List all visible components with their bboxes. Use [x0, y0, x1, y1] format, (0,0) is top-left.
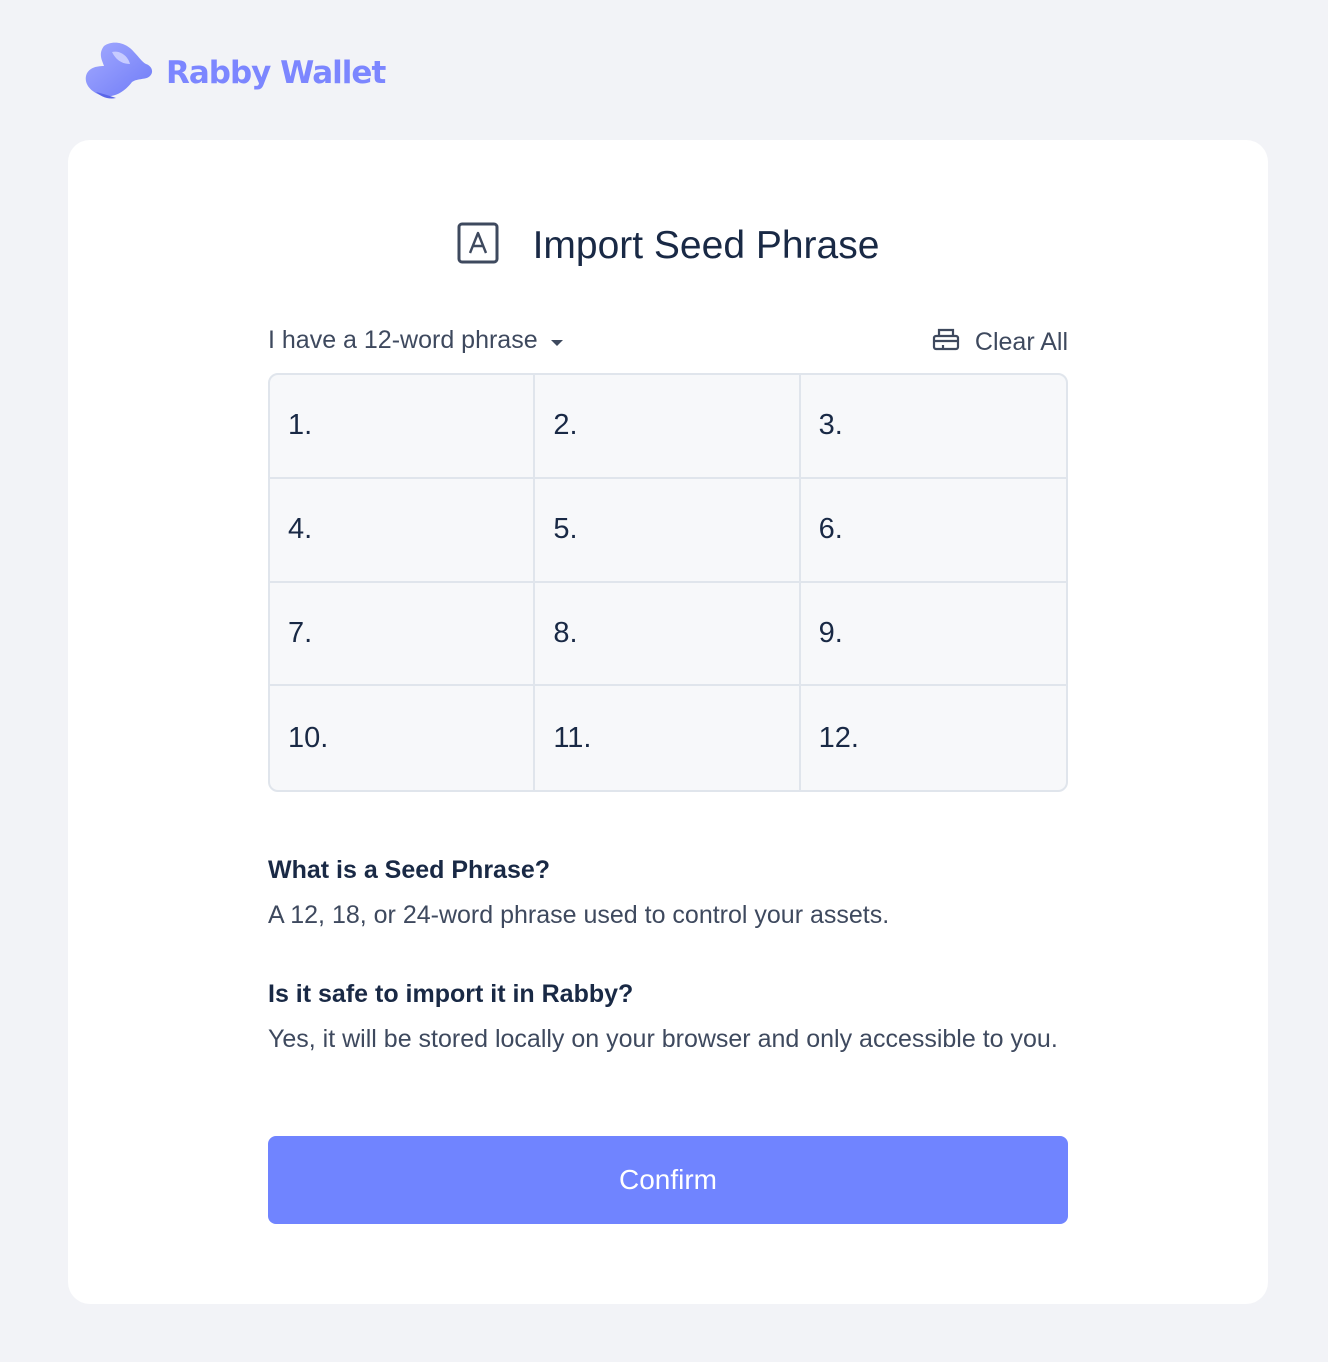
caret-down-icon [550, 326, 564, 355]
seed-word-input[interactable]: 2. [535, 375, 801, 479]
seed-word-input[interactable]: 3. [800, 375, 1066, 479]
faq-answer: Yes, it will be stored locally on your b… [268, 1025, 1058, 1053]
seed-word-input[interactable]: 9. [800, 583, 1066, 687]
import-card: Import Seed Phrase I have a 12-word phra… [68, 140, 1268, 1304]
seed-word-input[interactable]: 1. [270, 375, 536, 479]
phrase-length-label: I have a 12-word phrase [268, 326, 538, 354]
faq-answer: A 12, 18, or 24-word phrase used to cont… [268, 901, 890, 929]
rabbit-logo-icon [82, 38, 156, 107]
seed-phrase-grid: 1. 2. 3. 4. 5. 6. 7. 8. 9. 10. 11. 12. [268, 373, 1068, 792]
seed-word-input[interactable]: 4. [270, 478, 536, 583]
brand-header: Rabby Wallet [82, 38, 386, 107]
page-title: Import Seed Phrase [532, 223, 880, 267]
seed-word-input[interactable]: 11. [535, 686, 801, 790]
faq-item: Is it safe to import it in Rabby? Yes, i… [268, 980, 1168, 1054]
faq-question: What is a Seed Phrase? [268, 856, 551, 884]
seed-word-input[interactable]: 7. [270, 582, 536, 687]
phrase-length-dropdown[interactable]: I have a 12-word phrase [268, 326, 564, 355]
brand-name: Rabby Wallet [166, 54, 386, 91]
letter-a-box-icon [457, 222, 499, 269]
clear-all-label: Clear All [974, 328, 1068, 356]
eraser-icon [931, 326, 961, 359]
confirm-button[interactable]: Confirm [268, 1136, 1068, 1224]
seed-word-input[interactable]: 10. [270, 686, 536, 790]
page-header: Import Seed Phrase [68, 222, 1268, 269]
seed-word-input[interactable]: 12. [801, 686, 1066, 790]
faq-question: Is it safe to import it in Rabby? [268, 980, 634, 1008]
faq-item: What is a Seed Phrase? A 12, 18, or 24-w… [268, 856, 1168, 930]
clear-all-button[interactable]: Clear All [931, 326, 1068, 359]
seed-word-input[interactable]: 6. [800, 479, 1066, 583]
seed-word-input[interactable]: 8. [535, 582, 801, 687]
seed-word-input[interactable]: 5. [535, 478, 801, 583]
